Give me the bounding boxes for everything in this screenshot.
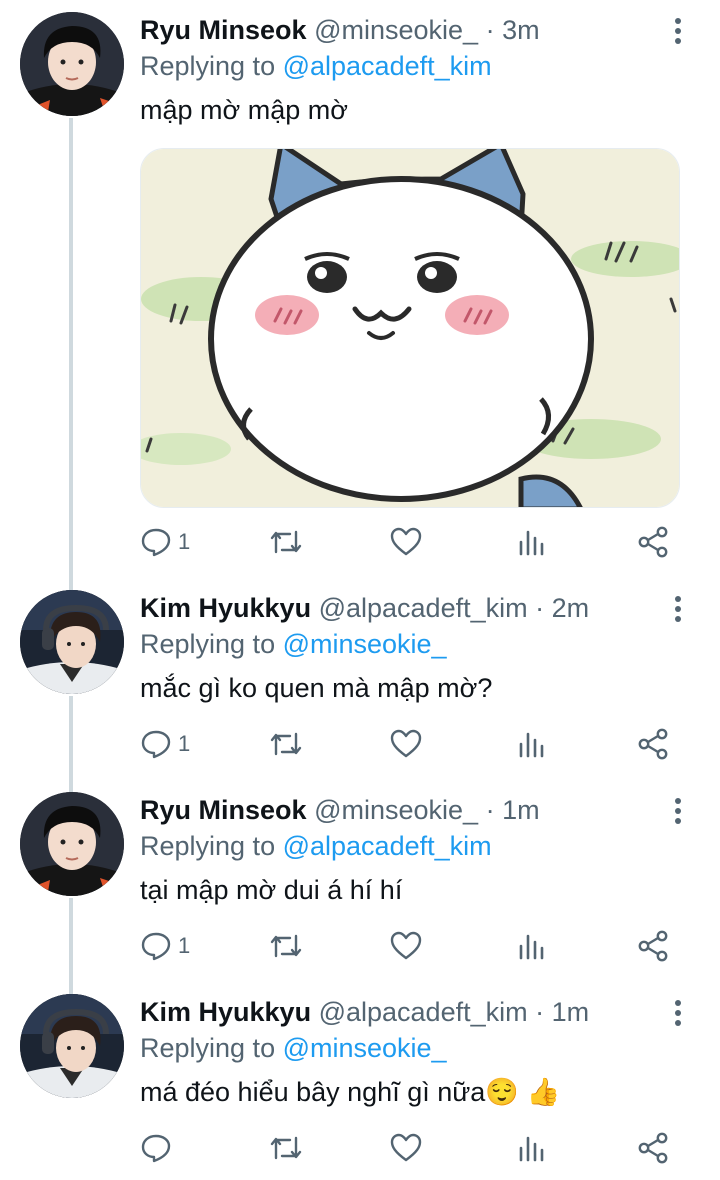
- share-button[interactable]: [636, 928, 670, 964]
- views-button[interactable]: [516, 524, 546, 560]
- more-vertical-icon[interactable]: [670, 1000, 686, 1030]
- share-button[interactable]: [636, 726, 670, 762]
- tweet-image[interactable]: [140, 148, 680, 508]
- avatar[interactable]: [20, 590, 124, 694]
- reply-count: 1: [178, 933, 191, 958]
- replying-to: Replying to @alpacadeft_kim: [140, 828, 700, 864]
- tweet-text: mập mờ mập mờ: [140, 95, 348, 125]
- reply-count: 1: [178, 731, 191, 756]
- tweet[interactable]: Ryu Minseok @minseokie_ · 1m Replying to…: [0, 780, 720, 982]
- reply-button[interactable]: 1: [140, 726, 190, 762]
- display-name[interactable]: Ryu Minseok: [140, 795, 307, 825]
- display-name[interactable]: Kim Hyukkyu: [140, 593, 311, 623]
- tweet-header: Ryu Minseok @minseokie_ · 3m: [140, 12, 700, 48]
- reply-button[interactable]: 1: [140, 928, 190, 964]
- retweet-button[interactable]: [268, 726, 304, 762]
- heart-icon: [390, 527, 422, 556]
- retweet-icon: [270, 934, 302, 958]
- user-handle[interactable]: @minseokie_: [314, 15, 478, 45]
- separator: ·: [535, 593, 545, 623]
- timestamp[interactable]: 2m: [552, 593, 590, 623]
- tweet-actions: 1: [140, 928, 680, 964]
- replying-prefix: Replying to: [140, 629, 283, 659]
- replying-prefix: Replying to: [140, 831, 283, 861]
- views-button[interactable]: [516, 726, 546, 762]
- heart-icon: [390, 931, 422, 960]
- display-name[interactable]: Kim Hyukkyu: [140, 997, 311, 1027]
- replying-to: Replying to @alpacadeft_kim: [140, 48, 700, 84]
- reply-count: 1: [178, 529, 191, 554]
- reply-button[interactable]: 1: [140, 524, 190, 560]
- more-vertical-icon[interactable]: [670, 18, 686, 48]
- timestamp[interactable]: 1m: [502, 795, 540, 825]
- tweet-text: má đéo hiểu bây nghĩ gì nữa😌 👍: [140, 1077, 561, 1107]
- like-button[interactable]: [389, 524, 423, 560]
- like-button[interactable]: [389, 928, 423, 964]
- separator: ·: [485, 15, 495, 45]
- tweet[interactable]: Kim Hyukkyu @alpacadeft_kim · 1m Replyin…: [0, 982, 720, 1180]
- tweet-actions: [140, 1130, 680, 1166]
- share-icon: [638, 526, 668, 558]
- replying-to: Replying to @minseokie_: [140, 1030, 700, 1066]
- heart-icon: [390, 729, 422, 758]
- replying-prefix: Replying to: [140, 51, 283, 81]
- reply-button[interactable]: [140, 1130, 178, 1166]
- timestamp[interactable]: 1m: [552, 997, 590, 1027]
- avatar[interactable]: [20, 792, 124, 896]
- timestamp[interactable]: 3m: [502, 15, 540, 45]
- share-button[interactable]: [636, 524, 670, 560]
- retweet-button[interactable]: [268, 1130, 304, 1166]
- analytics-icon: [519, 934, 544, 960]
- user-handle[interactable]: @alpacadeft_kim: [319, 997, 528, 1027]
- avatar[interactable]: [20, 994, 124, 1098]
- tweet[interactable]: Ryu Minseok @minseokie_ · 3m Replying to…: [0, 0, 720, 580]
- tweet-text: mắc gì ko quen mà mập mờ?: [140, 673, 493, 703]
- share-icon: [638, 930, 668, 962]
- separator: ·: [535, 997, 545, 1027]
- reply-icon: [141, 932, 171, 961]
- retweet-button[interactable]: [268, 524, 304, 560]
- mention-link[interactable]: @alpacadeft_kim: [283, 831, 492, 861]
- analytics-icon: [519, 1136, 544, 1162]
- display-name[interactable]: Ryu Minseok: [140, 15, 307, 45]
- tweet-actions: 1: [140, 726, 680, 762]
- mention-link[interactable]: @alpacadeft_kim: [283, 51, 492, 81]
- mention-link[interactable]: @minseokie_: [283, 629, 447, 659]
- tweet-header: Kim Hyukkyu @alpacadeft_kim · 1m: [140, 994, 700, 1030]
- separator: ·: [485, 795, 495, 825]
- user-handle[interactable]: @alpacadeft_kim: [319, 593, 528, 623]
- share-icon: [638, 1132, 668, 1164]
- like-button[interactable]: [389, 1130, 423, 1166]
- retweet-icon: [270, 1136, 302, 1160]
- mention-link[interactable]: @minseokie_: [283, 1033, 447, 1063]
- analytics-icon: [519, 732, 544, 758]
- reply-icon: [141, 730, 171, 759]
- analytics-icon: [519, 530, 544, 556]
- tweet-header: Kim Hyukkyu @alpacadeft_kim · 2m: [140, 590, 700, 626]
- more-vertical-icon[interactable]: [670, 798, 686, 828]
- tweet[interactable]: Kim Hyukkyu @alpacadeft_kim · 2m Replyin…: [0, 578, 720, 780]
- share-button[interactable]: [636, 1130, 670, 1166]
- heart-icon: [390, 1133, 422, 1162]
- retweet-icon: [270, 732, 302, 756]
- replying-prefix: Replying to: [140, 1033, 283, 1063]
- more-vertical-icon[interactable]: [670, 596, 686, 626]
- views-button[interactable]: [516, 1130, 546, 1166]
- like-button[interactable]: [389, 726, 423, 762]
- views-button[interactable]: [516, 928, 546, 964]
- reply-icon: [141, 1134, 171, 1163]
- share-icon: [638, 728, 668, 760]
- reply-icon: [141, 528, 171, 557]
- tweet-header: Ryu Minseok @minseokie_ · 1m: [140, 792, 700, 828]
- retweet-button[interactable]: [268, 928, 304, 964]
- avatar[interactable]: [20, 12, 124, 116]
- replying-to: Replying to @minseokie_: [140, 626, 700, 662]
- retweet-icon: [270, 530, 302, 554]
- tweet-actions: 1: [140, 524, 680, 560]
- user-handle[interactable]: @minseokie_: [314, 795, 478, 825]
- tweet-text: tại mập mờ dui á hí hí: [140, 875, 403, 905]
